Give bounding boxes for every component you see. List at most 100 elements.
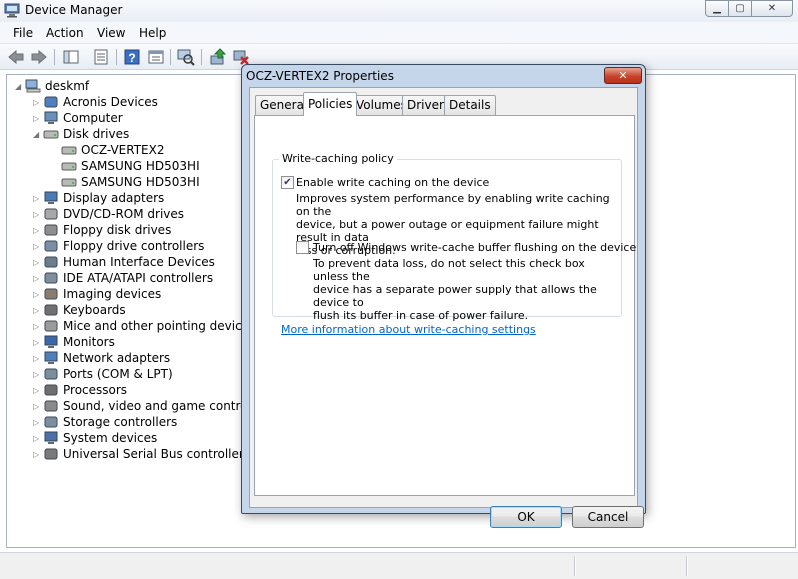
expand-arrow-icon[interactable]: ▷	[33, 242, 39, 251]
checkmark-icon: ✔	[283, 177, 292, 188]
scan-hardware-icon[interactable]	[177, 48, 195, 66]
tree-item-label: Processors	[63, 383, 128, 397]
expand-arrow-icon[interactable]: ▷	[33, 274, 39, 283]
tree-item-label: Acronis Devices	[63, 95, 158, 109]
device-manager-window: Device Manager ▁ ▢ ✕ File Action View He…	[0, 0, 798, 579]
disk-drive-icon	[61, 178, 77, 187]
maximize-button[interactable]: ▢	[728, 0, 752, 17]
tree-item-label: Keyboards	[63, 303, 126, 317]
forward-arrow-icon[interactable]	[30, 48, 48, 66]
network-adapter-icon	[44, 351, 58, 364]
tree-item-label: DVD/CD-ROM drives	[63, 207, 185, 221]
tree-item-label: Computer	[63, 111, 123, 125]
toolbar-separator	[54, 49, 55, 65]
tree-item-label: Monitors	[63, 335, 115, 349]
expand-arrow-icon[interactable]: ▷	[33, 434, 39, 443]
menu-file[interactable]: File	[13, 26, 33, 40]
toolbar-separator	[170, 49, 171, 65]
update-driver-icon[interactable]	[209, 48, 227, 66]
tree-item-label: Floppy disk drives	[63, 223, 172, 237]
hid-icon	[44, 256, 58, 268]
policies-tab-page: Write-caching policy ✔ Enable write cach…	[254, 115, 636, 496]
collapse-arrow-icon[interactable]: ◢	[15, 82, 21, 91]
tree-item-label: Universal Serial Bus controllers	[63, 447, 251, 461]
expand-arrow-icon[interactable]: ▷	[33, 114, 39, 123]
help-icon[interactable]: ?	[123, 48, 141, 66]
dialog-close-button[interactable]: ✕	[604, 67, 642, 84]
expand-arrow-icon[interactable]: ▷	[33, 354, 39, 363]
menu-bar: File Action View Help	[0, 22, 798, 44]
view-icon[interactable]	[147, 48, 165, 66]
tree-item-label: System devices	[63, 431, 158, 445]
usb-icon	[44, 448, 58, 460]
tree-item-label: Human Interface Devices	[63, 255, 215, 269]
expand-arrow-icon[interactable]: ▷	[33, 226, 39, 235]
close-button[interactable]: ✕	[751, 0, 793, 17]
mouse-icon	[44, 320, 58, 332]
status-bar-separator	[686, 556, 688, 576]
expand-arrow-icon[interactable]: ▷	[33, 338, 39, 347]
menu-help[interactable]: Help	[139, 26, 166, 40]
description-line: device has a separate power supply that …	[313, 283, 597, 309]
expand-arrow-icon[interactable]: ▷	[33, 306, 39, 315]
expand-arrow-icon[interactable]: ▷	[33, 418, 39, 427]
tree-item-label: Disk drives	[63, 127, 130, 141]
dialog-client-area: General Policies Volumes Driver Details …	[249, 87, 644, 528]
enable-write-caching-label[interactable]: Enable write caching on the device	[296, 176, 489, 189]
system-devices-icon	[44, 431, 58, 444]
tree-item-label: Floppy drive controllers	[63, 239, 205, 253]
enable-write-caching-checkbox[interactable]: ✔	[281, 176, 294, 189]
ports-icon	[44, 368, 58, 380]
turn-off-flushing-description: To prevent data loss, do not select this…	[313, 257, 623, 322]
expand-arrow-icon[interactable]: ▷	[33, 258, 39, 267]
tab-driver[interactable]: Driver	[402, 95, 449, 115]
expand-arrow-icon[interactable]: ▷	[33, 210, 39, 219]
expand-arrow-icon[interactable]: ▷	[33, 370, 39, 379]
tree-item-label: Mice and other pointing devices	[63, 319, 256, 333]
show-hide-console-tree-icon[interactable]	[62, 48, 80, 66]
tree-item-label: SAMSUNG HD503HI	[81, 159, 200, 173]
expand-arrow-icon[interactable]: ▷	[33, 450, 39, 459]
disk-drive-icon	[61, 146, 77, 155]
menu-action[interactable]: Action	[46, 26, 84, 40]
more-info-write-caching-link[interactable]: More information about write-caching set…	[281, 323, 536, 336]
status-bar	[0, 552, 798, 579]
tab-details[interactable]: Details	[444, 95, 496, 115]
floppy-controller-icon	[44, 240, 58, 252]
menu-view[interactable]: View	[97, 26, 125, 40]
tree-root-label: deskmf	[45, 79, 90, 93]
tree-item-label: Network adapters	[63, 351, 171, 365]
processor-icon	[44, 384, 58, 396]
turn-off-flushing-checkbox[interactable]	[296, 241, 309, 254]
expand-arrow-icon[interactable]: ▷	[33, 402, 39, 411]
sound-icon	[44, 400, 58, 412]
title-bar[interactable]: Device Manager ▁ ▢ ✕	[0, 0, 798, 22]
expand-arrow-icon[interactable]: ▷	[33, 322, 39, 331]
tree-item-label: SAMSUNG HD503HI	[81, 175, 200, 189]
dvd-drive-icon	[44, 208, 58, 220]
expand-arrow-icon[interactable]: ▷	[33, 386, 39, 395]
tree-item-label: Display adapters	[63, 191, 165, 205]
expand-arrow-icon[interactable]: ▷	[33, 290, 39, 299]
description-line: flush its buffer in case of power failur…	[313, 309, 529, 322]
expand-arrow-icon[interactable]: ▷	[33, 98, 39, 107]
ok-button[interactable]: OK	[490, 506, 562, 528]
cancel-button[interactable]: Cancel	[572, 506, 644, 528]
computer-icon	[44, 111, 58, 124]
computer-icon	[25, 79, 41, 93]
tree-item-label: OCZ-VERTEX2	[81, 143, 165, 157]
turn-off-flushing-label[interactable]: Turn off Windows write-cache buffer flus…	[313, 241, 636, 254]
expand-arrow-icon[interactable]: ▷	[33, 194, 39, 203]
description-line: To prevent data loss, do not select this…	[313, 257, 585, 283]
minimize-button[interactable]: ▁	[705, 0, 729, 17]
properties-icon[interactable]	[92, 48, 110, 66]
collapse-arrow-icon[interactable]: ◢	[33, 130, 39, 139]
write-caching-policy-label: Write-caching policy	[279, 152, 397, 165]
toolbar-separator	[201, 49, 202, 65]
ide-controller-icon	[44, 272, 58, 284]
display-adapters-icon	[44, 191, 58, 204]
floppy-disk-icon	[44, 224, 58, 236]
back-arrow-icon[interactable]	[7, 48, 25, 66]
dialog-title: OCZ-VERTEX2 Properties	[246, 69, 394, 83]
tab-policies[interactable]: Policies	[303, 92, 358, 116]
